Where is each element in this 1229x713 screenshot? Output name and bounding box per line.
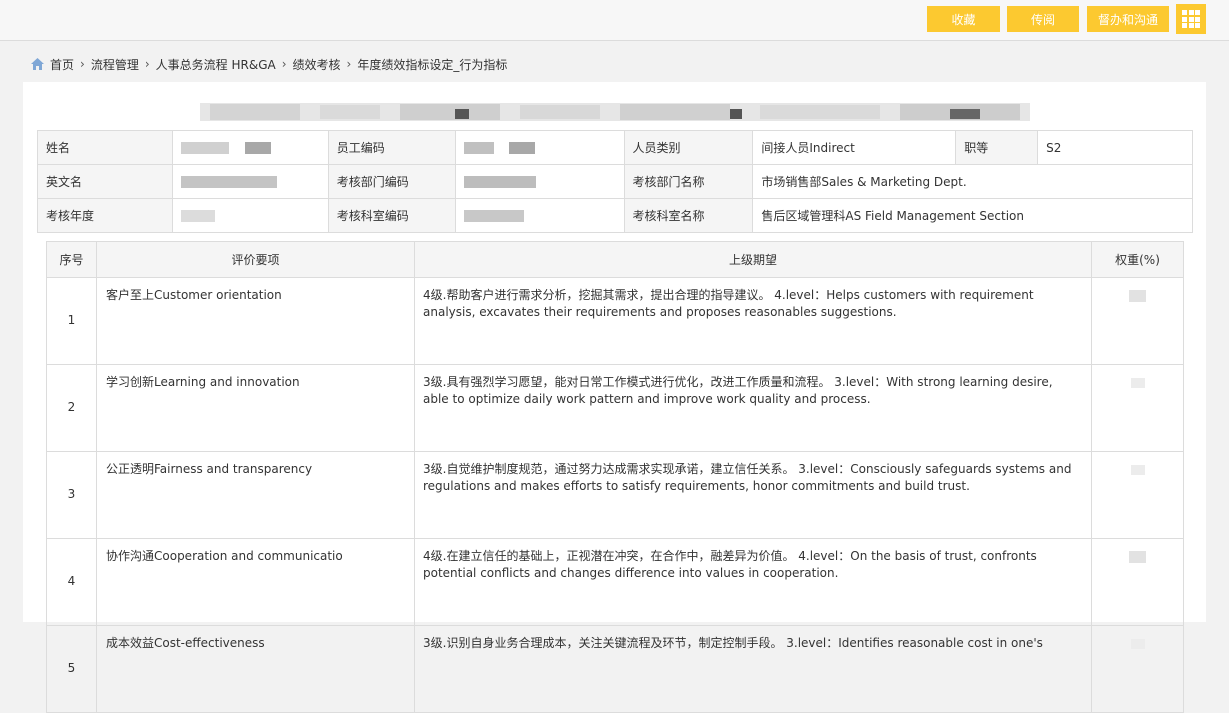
supervisor-expectation: 3级.具有强烈学习愿望，能对日常工作模式进行优化，改进工作质量和流程。 3.le…: [414, 364, 1092, 452]
grade-label: 职等: [955, 130, 1039, 165]
weight-value-redacted: [1091, 277, 1184, 365]
evaluation-item: 学习创新Learning and innovation: [96, 364, 415, 452]
weight-value-redacted: [1091, 451, 1184, 539]
row-number: 5: [46, 625, 97, 713]
supervisor-expectation: 4级.在建立信任的基础上，正视潜在冲突，在合作中，融差异为价值。 4.level…: [414, 538, 1092, 626]
english-name-value-redacted: [171, 164, 329, 199]
employee-id-label: 员工编码: [327, 130, 456, 165]
supervisor-expectation: 3级.自觉维护制度规范，通过努力达成需求实现承诺，建立信任关系。 3.level…: [414, 451, 1092, 539]
row-number: 2: [46, 364, 97, 452]
column-header-item: 评价要项: [96, 241, 415, 278]
table-row: 1 客户至上Customer orientation 4级.帮助客户进行需求分析…: [46, 277, 1184, 365]
chevron-right-icon: ›: [80, 57, 85, 71]
breadcrumb: 首页 › 流程管理 › 人事总务流程 HR&GA › 绩效考核 › 年度绩效指标…: [31, 55, 507, 73]
evaluation-item: 客户至上Customer orientation: [96, 277, 415, 365]
chevron-right-icon: ›: [346, 57, 352, 71]
section-name-label: 考核科室名称: [623, 198, 754, 233]
circulate-button[interactable]: 传阅: [1007, 6, 1079, 32]
breadcrumb-hr-ga[interactable]: 人事总务流程 HR&GA: [156, 56, 276, 73]
supervisor-expectation: 3级.识别自身业务合理成本，关注关键流程及环节，制定控制手段。 3.level：…: [414, 625, 1092, 713]
category-label: 人员类别: [623, 130, 754, 165]
year-value-redacted: [171, 198, 329, 233]
weight-value-redacted: [1091, 625, 1184, 713]
name-value-redacted: [171, 130, 329, 165]
info-row: 英文名 考核部门编码 考核部门名称 市场销售部Sales & Marketing…: [37, 164, 1193, 199]
column-header-expectation: 上级期望: [414, 241, 1092, 278]
table-row: 3 公正透明Fairness and transparency 3级.自觉维护制…: [46, 451, 1184, 539]
column-header-weight: 权重(%): [1091, 241, 1184, 278]
table-row: 5 成本效益Cost-effectiveness 3级.识别自身业务合理成本，关…: [46, 625, 1184, 713]
row-number: 4: [46, 538, 97, 626]
breadcrumb-process-management[interactable]: 流程管理: [91, 56, 139, 73]
english-name-label: 英文名: [37, 164, 173, 199]
dept-name-label: 考核部门名称: [623, 164, 754, 199]
section-code-value-redacted: [454, 198, 625, 233]
row-number: 3: [46, 451, 97, 539]
weight-value-redacted: [1091, 538, 1184, 626]
home-icon: [31, 58, 44, 70]
dept-code-label: 考核部门编码: [327, 164, 456, 199]
table-row: 2 学习创新Learning and innovation 3级.具有强烈学习愿…: [46, 364, 1184, 452]
row-number: 1: [46, 277, 97, 365]
weight-value-redacted: [1091, 364, 1184, 452]
breadcrumb-home[interactable]: 首页: [50, 56, 74, 73]
employee-id-value-redacted: [454, 130, 625, 165]
employee-info-table: 姓名 员工编码 人员类别 间接人员Indirect 职等 S2 英文名 考核部门…: [37, 130, 1193, 233]
table-row: 4 协作沟通Cooperation and communicatio 4级.在建…: [46, 538, 1184, 626]
name-label: 姓名: [37, 130, 173, 165]
top-toolbar: 收藏 传阅 督办和沟通: [0, 0, 1229, 41]
redacted-title: [200, 101, 1030, 123]
dept-name-value: 市场销售部Sales & Marketing Dept.: [752, 164, 1193, 199]
info-row: 考核年度 考核科室编码 考核科室名称 售后区域管理科AS Field Manag…: [37, 198, 1193, 233]
section-name-value: 售后区域管理科AS Field Management Section: [752, 198, 1193, 233]
section-code-label: 考核科室编码: [327, 198, 456, 233]
chevron-right-icon: ›: [281, 57, 287, 71]
evaluation-item: 成本效益Cost-effectiveness: [96, 625, 415, 713]
chevron-right-icon: ›: [144, 57, 150, 71]
evaluation-item: 公正透明Fairness and transparency: [96, 451, 415, 539]
supervise-communicate-button[interactable]: 督办和沟通: [1087, 6, 1169, 32]
table-header-row: 序号 评价要项 上级期望 权重(%): [46, 241, 1184, 278]
grade-value: S2: [1037, 130, 1193, 165]
breadcrumb-performance[interactable]: 绩效考核: [293, 56, 341, 73]
column-header-no: 序号: [46, 241, 97, 278]
category-value: 间接人员Indirect: [752, 130, 957, 165]
supervisor-expectation: 4级.帮助客户进行需求分析，挖掘其需求，提出合理的指导建议。 4.level：H…: [414, 277, 1092, 365]
behavior-indicator-table: 序号 评价要项 上级期望 权重(%) 1 客户至上Customer orient…: [46, 241, 1184, 713]
app-grid-menu-button[interactable]: [1176, 4, 1206, 34]
info-row: 姓名 员工编码 人员类别 间接人员Indirect 职等 S2: [37, 130, 1193, 165]
evaluation-item: 协作沟通Cooperation and communicatio: [96, 538, 415, 626]
year-label: 考核年度: [37, 198, 173, 233]
breadcrumb-current: 年度绩效指标设定_行为指标: [357, 57, 508, 72]
dept-code-value-redacted: [454, 164, 625, 199]
favorite-button[interactable]: 收藏: [927, 6, 1000, 32]
